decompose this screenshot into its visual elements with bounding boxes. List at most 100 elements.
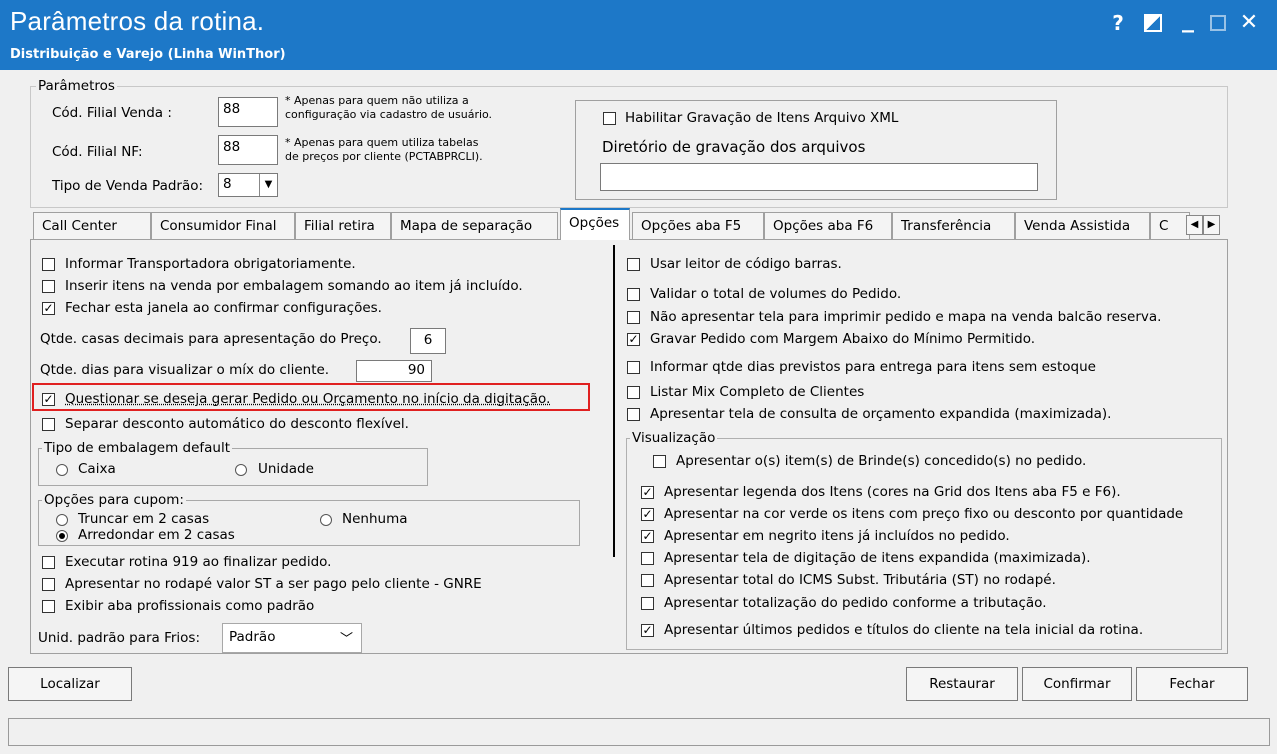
tab-scroll-left-button[interactable]: ◀ [1186, 215, 1203, 235]
parametros-group-title: Parâmetros [36, 78, 117, 94]
totalizacao-checkbox[interactable] [641, 597, 654, 610]
gnre-label: Apresentar no rodapé valor ST a ser pago… [65, 576, 482, 592]
inserir-itens-label: Inserir itens na venda por embalagem som… [65, 278, 523, 294]
total-icms-checkbox[interactable] [641, 574, 654, 587]
filial-nf-input[interactable]: 88 [218, 135, 278, 165]
casas-decimais-input[interactable]: 6 [410, 328, 446, 354]
qtde-dias-previstos-label: Informar qtde dias previstos para entreg… [650, 359, 1096, 375]
close-button[interactable]: ✕ [1236, 8, 1262, 38]
minimize-button[interactable]: _ [1175, 7, 1201, 38]
frios-value: Padrão [229, 629, 276, 645]
rotina-919-checkbox[interactable] [42, 556, 55, 569]
tab-opcoes-f6[interactable]: Opções aba F6 [764, 212, 892, 239]
unidade-label: Unidade [258, 461, 314, 477]
transportadora-checkbox[interactable] [42, 258, 55, 271]
diretorio-input[interactable] [600, 163, 1038, 191]
cupom-group-title: Opções para cupom: [42, 492, 186, 508]
xml-checkbox-label: Habilitar Gravação de Itens Arquivo XML [625, 110, 899, 126]
questionar-label: Questionar se deseja gerar Pedido ou Orç… [65, 391, 551, 407]
dias-mix-label: Qtde. dias para visualizar o míx do clie… [40, 362, 330, 378]
totalizacao-label: Apresentar totalização do pedido conform… [664, 595, 1047, 611]
gravar-margem-checkbox[interactable]: ✓ [627, 333, 640, 346]
tipo-venda-select[interactable]: 8 ▼ [218, 173, 278, 197]
visualizacao-group-title: Visualização [630, 430, 718, 446]
caixa-label: Caixa [78, 461, 116, 477]
tab-consumidor-final[interactable]: Consumidor Final [151, 212, 295, 239]
qtde-dias-previstos-checkbox[interactable] [627, 361, 640, 374]
tab-scroll-right-button[interactable]: ▶ [1203, 215, 1220, 235]
arredondar-radio[interactable] [56, 530, 68, 542]
contrast-button[interactable] [1140, 8, 1166, 38]
tela-digitacao-checkbox[interactable] [641, 552, 654, 565]
caixa-radio[interactable] [56, 464, 68, 476]
cor-verde-checkbox[interactable]: ✓ [641, 508, 654, 521]
maximize-button[interactable] [1205, 8, 1231, 38]
validar-volumes-checkbox[interactable] [627, 288, 640, 301]
tab-opcoes[interactable]: Opções [560, 208, 630, 240]
separar-desconto-checkbox[interactable] [42, 418, 55, 431]
legenda-label: Apresentar legenda dos Itens (cores na G… [664, 484, 1121, 500]
filial-nf-label: Cód. Filial NF: [52, 144, 143, 160]
window-title: Parâmetros da rotina. [10, 6, 265, 36]
leitor-label: Usar leitor de código barras. [650, 256, 842, 272]
fechar-janela-checkbox[interactable]: ✓ [42, 302, 55, 315]
tela-digitacao-label: Apresentar tela de digitação de itens ex… [664, 550, 1091, 566]
leitor-checkbox[interactable] [627, 258, 640, 271]
tab-truncated[interactable]: C [1150, 212, 1190, 239]
filial-venda-input[interactable]: 88 [218, 97, 278, 127]
profissionais-label: Exibir aba profissionais como padrão [65, 598, 315, 614]
tipo-venda-value: 8 [223, 176, 232, 192]
dias-mix-input[interactable]: 90 [356, 360, 432, 382]
listar-mix-checkbox[interactable] [627, 386, 640, 399]
chevron-down-icon: ﹀ [339, 632, 353, 647]
transportadora-label: Informar Transportadora obrigatoriamente… [65, 256, 356, 272]
arredondar-label: Arredondar em 2 casas [78, 527, 235, 543]
validar-volumes-label: Validar o total de volumes do Pedido. [650, 286, 902, 302]
nao-apresentar-tela-checkbox[interactable] [627, 311, 640, 324]
nenhuma-radio[interactable] [320, 514, 332, 526]
gnre-checkbox[interactable] [42, 578, 55, 591]
ultimos-pedidos-label: Apresentar últimos pedidos e títulos do … [664, 622, 1144, 638]
nao-apresentar-tela-label: Não apresentar tela para imprimir pedido… [650, 309, 1162, 325]
restaurar-button[interactable]: Restaurar [906, 667, 1018, 701]
contrast-icon [1144, 14, 1162, 32]
tab-venda-assistida[interactable]: Venda Assistida [1015, 212, 1150, 239]
filial-venda-note-2: configuração via cadastro de usuário. [285, 108, 493, 121]
tab-opcoes-f5[interactable]: Opções aba F5 [632, 212, 764, 239]
status-bar [8, 718, 1270, 746]
ultimos-pedidos-checkbox[interactable]: ✓ [641, 624, 654, 637]
tab-mapa-separacao[interactable]: Mapa de separação [391, 212, 558, 239]
brinde-checkbox[interactable] [653, 455, 666, 468]
tab-call-center[interactable]: Call Center [33, 212, 151, 239]
tela-orcamento-checkbox[interactable] [627, 408, 640, 421]
parameters-window: Parâmetros da rotina. Distribuição e Var… [0, 0, 1277, 754]
legenda-checkbox[interactable]: ✓ [641, 486, 654, 499]
window-subtitle: Distribuição e Varejo (Linha WinThor) [10, 47, 286, 62]
cor-verde-label: Apresentar na cor verde os itens com pre… [664, 506, 1184, 522]
maximize-icon [1210, 15, 1226, 31]
tab-filial-retira[interactable]: Filial retira [295, 212, 391, 239]
frios-select[interactable]: Padrão ﹀ [222, 623, 362, 653]
tipo-venda-label: Tipo de Venda Padrão: [52, 178, 204, 194]
truncar-radio[interactable] [56, 514, 68, 526]
inserir-itens-checkbox[interactable] [42, 280, 55, 293]
confirmar-button[interactable]: Confirmar [1022, 667, 1132, 701]
negrito-label: Apresentar em negrito itens já incluídos… [664, 528, 1010, 544]
tab-transferencia[interactable]: Transferência [892, 212, 1015, 239]
localizar-button[interactable]: Localizar [8, 667, 132, 701]
xml-checkbox[interactable] [603, 112, 616, 125]
help-button[interactable]: ? [1105, 8, 1131, 38]
filial-venda-label: Cód. Filial Venda : [52, 105, 172, 121]
column-divider [613, 245, 615, 557]
chevron-down-icon: ▼ [259, 174, 277, 196]
title-bar: Parâmetros da rotina. Distribuição e Var… [0, 0, 1277, 70]
profissionais-checkbox[interactable] [42, 600, 55, 613]
questionar-checkbox[interactable]: ✓ [42, 393, 55, 406]
total-icms-label: Apresentar total do ICMS Subst. Tributár… [664, 572, 1056, 588]
filial-nf-note-2: de preços por cliente (PCTABPRCLI). [285, 150, 483, 163]
rotina-919-label: Executar rotina 919 ao finalizar pedido. [65, 554, 332, 570]
fechar-button[interactable]: Fechar [1136, 667, 1248, 701]
negrito-checkbox[interactable]: ✓ [641, 530, 654, 543]
nenhuma-label: Nenhuma [342, 511, 408, 527]
unidade-radio[interactable] [235, 464, 247, 476]
